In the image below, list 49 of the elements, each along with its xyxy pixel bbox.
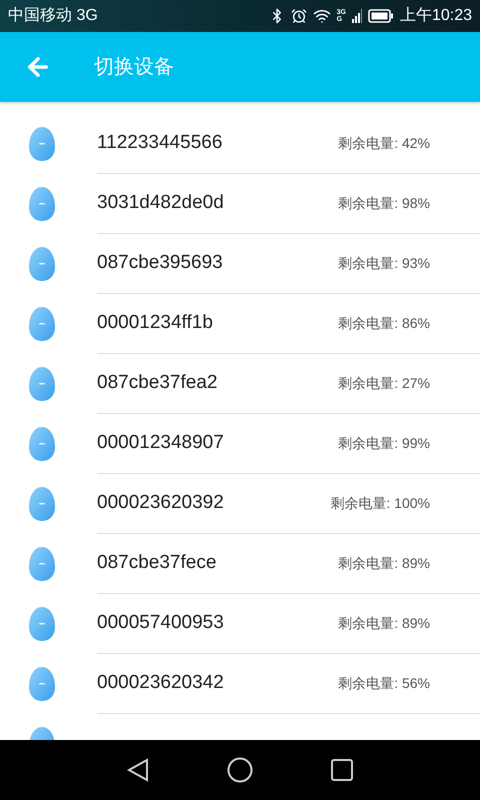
- signal-icon: [352, 9, 362, 23]
- home-icon[interactable]: [227, 757, 253, 783]
- device-icon: [28, 486, 56, 522]
- battery-level: 剩余电量: 99%: [338, 434, 430, 453]
- device-icon: [28, 606, 56, 642]
- back-nav-icon[interactable]: [127, 758, 149, 782]
- device-list-item[interactable]: 000057400953 剩余电量: 89%: [0, 594, 480, 654]
- device-icon: [28, 546, 56, 582]
- recents-icon[interactable]: [331, 759, 353, 781]
- device-id: 00001234ff1b: [97, 311, 213, 336]
- battery-level: 剩余电量: 86%: [338, 314, 430, 333]
- wifi-icon: [312, 7, 331, 25]
- battery-level: 剩余电量: 89%: [338, 614, 430, 633]
- device-id: 000012348907: [97, 431, 224, 456]
- device-id: 000023620342: [97, 671, 224, 696]
- device-id: 087cbe37fece: [97, 551, 216, 576]
- clock-time: 上午10:23: [400, 6, 472, 26]
- device-icon: [28, 186, 56, 222]
- device-id: 087cbe395693: [97, 251, 223, 276]
- device-icon: [28, 366, 56, 402]
- battery-level: 剩余电量: 42%: [338, 134, 430, 153]
- device-id: 087cbe37fea2: [97, 371, 218, 396]
- battery-level: 剩余电量: 98%: [338, 194, 430, 213]
- device-list-item[interactable]: 3031d482de0d 剩余电量: 98%: [0, 174, 480, 234]
- battery-icon: [368, 9, 394, 23]
- device-list-item[interactable]: 000023620392 剩余电量: 100%: [0, 474, 480, 534]
- alarm-icon: [290, 8, 307, 24]
- battery-level: 剩余电量: 56%: [338, 674, 430, 693]
- device-id: 000023620392: [97, 491, 224, 516]
- device-list-item[interactable]: 112233445566 剩余电量: 42%: [0, 114, 480, 174]
- battery-level: 剩余电量: 27%: [338, 374, 430, 393]
- device-id: 112233445566: [97, 131, 222, 156]
- device-list-item[interactable]: 087cbe37fea2 剩余电量: 27%: [0, 354, 480, 414]
- device-id: 3031d482de0d: [97, 191, 224, 216]
- battery-level: 剩余电量: 89%: [338, 554, 430, 573]
- device-list-item[interactable]: 087cbe395693 剩余电量: 93%: [0, 234, 480, 294]
- device-icon: [28, 246, 56, 282]
- device-icon: [28, 426, 56, 462]
- device-list-item[interactable]: 000012348907 剩余电量: 99%: [0, 414, 480, 474]
- device-icon: [28, 306, 56, 342]
- device-list-item[interactable]: 00001234ff1b 剩余电量: 86%: [0, 294, 480, 354]
- device-list-item[interactable]: 087cbe37fece 剩余电量: 89%: [0, 534, 480, 594]
- device-id: 000057400953: [97, 611, 224, 636]
- battery-level: 剩余电量: 100%: [330, 494, 430, 513]
- device-icon: [28, 666, 56, 702]
- battery-level: 剩余电量: 93%: [338, 254, 430, 273]
- device-list-item[interactable]: 000023620342 剩余电量: 56%: [0, 654, 480, 714]
- device-icon: [28, 126, 56, 162]
- carrier-name: 中国移动 3G: [8, 6, 98, 26]
